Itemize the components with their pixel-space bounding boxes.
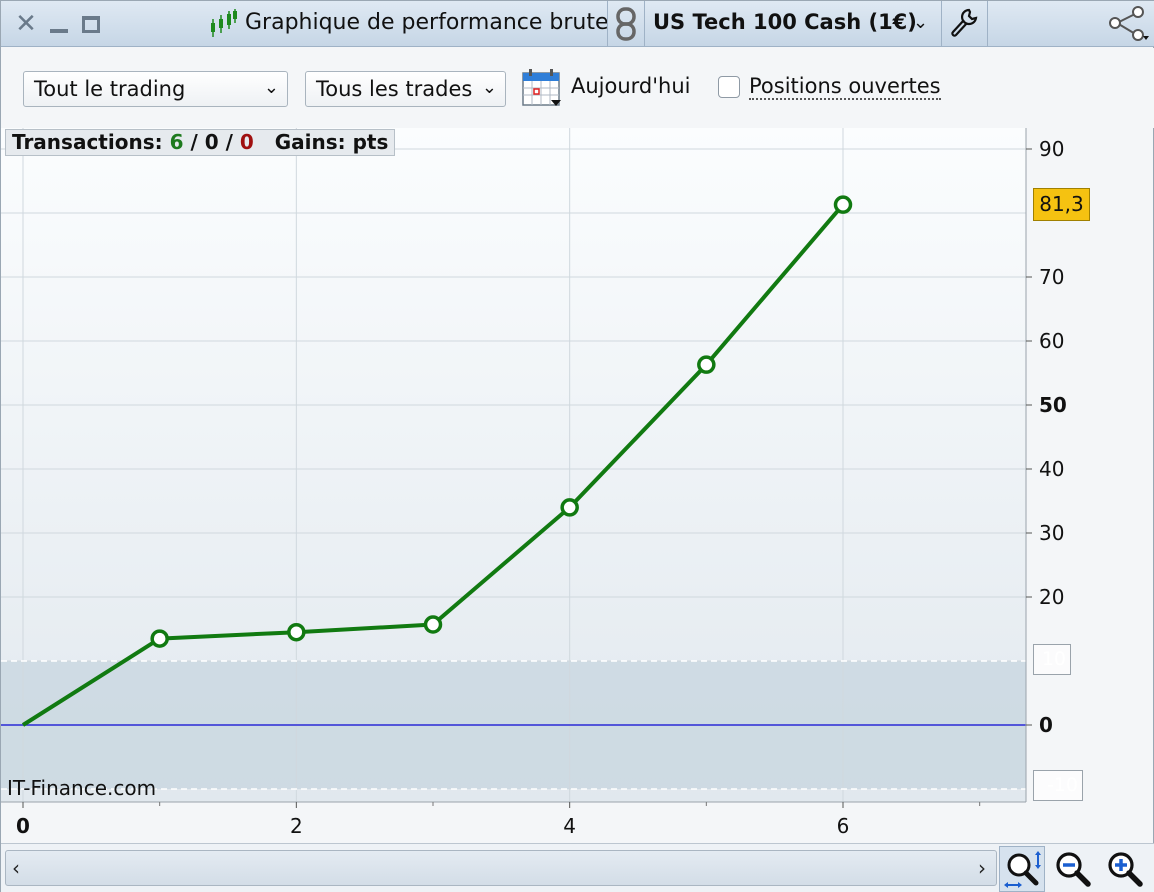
scroll-right-icon[interactable]: ›: [978, 856, 986, 880]
y-tick-label: 0: [1039, 713, 1053, 737]
transactions-summary: Transactions: 6 / 0 / 0 Gains: pts: [5, 129, 396, 156]
chevron-down-icon[interactable]: ⌄: [913, 12, 928, 33]
title-bar: ✕ Graphique de performance brute US Tech…: [1, 1, 1154, 47]
scroll-left-icon[interactable]: ‹: [12, 856, 20, 880]
gains-label: Gains: pts: [274, 130, 389, 154]
trading-scope-select[interactable]: Tout le trading ⌄: [23, 71, 288, 107]
losses-count: 0: [239, 130, 254, 154]
y-tick-label: 90: [1039, 137, 1064, 161]
y-tick-label: 50: [1039, 393, 1067, 417]
data-point: [833, 195, 853, 214]
today-button[interactable]: Aujourd'hui: [571, 74, 691, 98]
trades-filter-select[interactable]: Tous les trades ⌄: [305, 71, 506, 107]
title-separator: [987, 1, 988, 47]
upper-band-badge: 10: [1033, 644, 1071, 675]
open-positions-label[interactable]: Positions ouvertes: [749, 74, 941, 100]
separator: /: [190, 130, 198, 154]
share-icon[interactable]: [1105, 5, 1151, 43]
link-icon[interactable]: [613, 7, 639, 41]
x-axis: 0 2 4 6: [16, 802, 981, 838]
data-point: [150, 629, 169, 648]
data-point: [697, 355, 716, 374]
trades-filter-value: Tous les trades: [316, 77, 473, 101]
wins-count: 6: [169, 130, 184, 154]
data-point: [423, 615, 443, 634]
neutral-count: 0: [204, 130, 219, 154]
y-tick-label: 70: [1039, 265, 1064, 289]
y-tick-label: 20: [1039, 585, 1064, 609]
candlestick-chart-icon: [211, 9, 237, 37]
transactions-label: Transactions:: [12, 130, 163, 154]
wrench-icon[interactable]: [949, 7, 979, 37]
watermark: IT-Finance.com: [7, 776, 157, 800]
maximize-button[interactable]: [79, 9, 103, 39]
trading-scope-value: Tout le trading: [34, 77, 186, 101]
instrument-selector[interactable]: US Tech 100 Cash (1€): [653, 10, 917, 34]
title-separator: [607, 1, 608, 47]
zoom-fit-icon: [1004, 851, 1041, 888]
close-button[interactable]: ✕: [13, 9, 39, 39]
last-value-badge: 81,3: [1033, 188, 1090, 221]
toolbar: Tout le trading ⌄ Tous les trades ⌄ Aujo…: [1, 48, 1154, 128]
app-window: ✕ Graphique de performance brute US Tech…: [0, 0, 1154, 892]
y-tick-label: 60: [1039, 329, 1064, 353]
title-separator: [941, 1, 942, 47]
x-tick-label: 2: [290, 814, 303, 838]
chevron-down-icon: ⌄: [481, 77, 497, 98]
performance-chart[interactable]: 020304050607090 0246: [1, 128, 1154, 843]
zoom-fit-button[interactable]: [999, 846, 1045, 892]
chevron-down-icon: ⌄: [263, 77, 279, 98]
title-separator: [644, 1, 645, 47]
bottom-controls: ‹ ›: [1, 843, 1154, 892]
x-tick-label: 0: [16, 814, 30, 838]
separator: /: [225, 130, 233, 154]
y-tick-label: 40: [1039, 457, 1064, 481]
maximize-icon: [82, 15, 100, 33]
close-icon: ✕: [15, 9, 37, 39]
y-tick-label: 30: [1039, 521, 1064, 545]
data-point: [287, 622, 306, 642]
horizontal-scrollbar[interactable]: ‹ ›: [5, 850, 997, 886]
open-positions-checkbox[interactable]: [718, 76, 740, 98]
zoom-out-icon[interactable]: [1053, 850, 1093, 890]
zoom-in-icon[interactable]: [1105, 850, 1145, 890]
calendar-icon[interactable]: [521, 68, 563, 108]
x-tick-label: 6: [837, 814, 850, 838]
window-title: Graphique de performance brute: [245, 10, 609, 35]
minimize-button[interactable]: [47, 9, 71, 39]
x-tick-label: 4: [563, 814, 576, 838]
minimize-icon: [50, 29, 68, 33]
data-point: [560, 498, 579, 517]
lower-band-badge: -10: [1033, 770, 1083, 801]
